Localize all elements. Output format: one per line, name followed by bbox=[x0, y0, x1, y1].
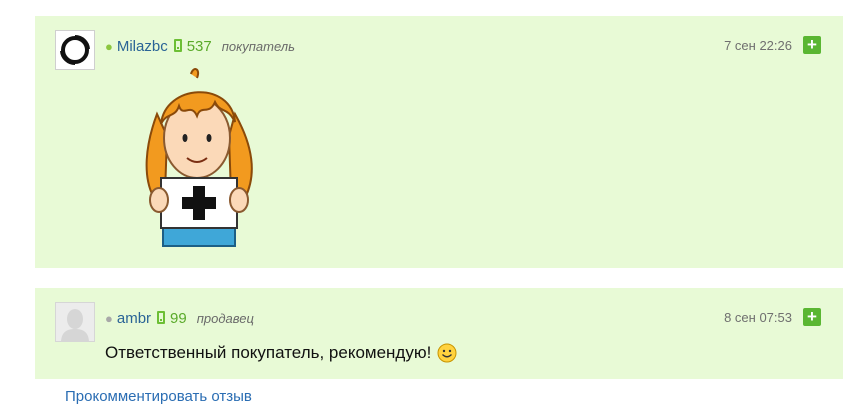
user-avatar[interactable] bbox=[55, 302, 95, 342]
review-meta: ● Milazbc 537 покупатель bbox=[105, 37, 295, 55]
smiley-icon bbox=[437, 343, 457, 363]
user-role: продавец bbox=[196, 310, 254, 326]
phone-verified-icon bbox=[157, 310, 166, 324]
comment-review-link[interactable]: Прокомментировать отзыв bbox=[65, 388, 252, 405]
user-role: покупатель bbox=[221, 38, 295, 54]
review-text-content: Ответственный покупатель, рекомендую! bbox=[105, 343, 432, 362]
default-user-avatar-icon bbox=[56, 303, 94, 341]
plus-button[interactable]: + bbox=[803, 308, 821, 326]
review-text: Ответственный покупатель, рекомендую! bbox=[105, 343, 457, 363]
review-card: ● ambr 99 продавец 8 сен 07:53 + Ответст… bbox=[35, 288, 843, 379]
online-status-dot: ● bbox=[105, 38, 113, 54]
user-avatar[interactable] bbox=[55, 30, 95, 70]
ring-logo-icon bbox=[60, 34, 90, 66]
phone-verified-icon bbox=[173, 38, 182, 52]
review-date: 7 сен 22:26 bbox=[724, 38, 792, 53]
review-card: ● Milazbc 537 покупатель 7 сен 22:26 + bbox=[35, 16, 843, 268]
user-rating[interactable]: 537 bbox=[187, 38, 212, 55]
user-rating[interactable]: 99 bbox=[170, 310, 187, 327]
username-link[interactable]: ambr bbox=[117, 310, 151, 327]
username-link[interactable]: Milazbc bbox=[117, 38, 168, 55]
review-date: 8 сен 07:53 bbox=[724, 310, 792, 325]
girl-holding-plus-sign-sticker bbox=[145, 68, 253, 247]
review-meta: ● ambr 99 продавец bbox=[105, 309, 254, 327]
offline-status-dot: ● bbox=[105, 310, 113, 326]
plus-button[interactable]: + bbox=[803, 36, 821, 54]
